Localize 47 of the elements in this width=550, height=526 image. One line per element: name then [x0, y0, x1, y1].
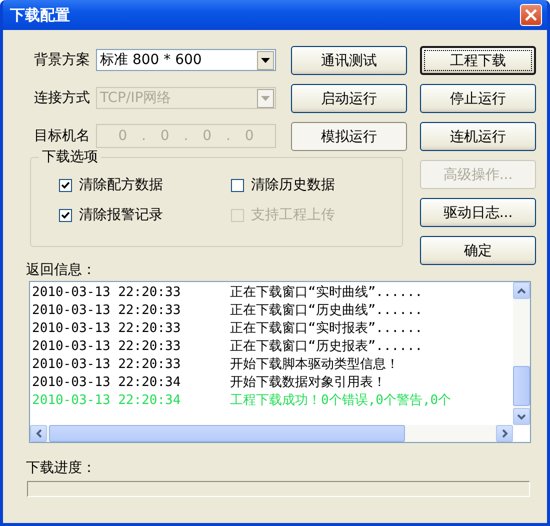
- dialog-button[interactable]: 启动运行: [291, 84, 407, 113]
- log-time: 2010-03-13 22:20:33: [32, 320, 182, 336]
- checkbox-label: 清除历史数据: [251, 176, 335, 194]
- checkbox-label: 清除配方数据: [79, 176, 163, 194]
- scroll-left-button[interactable]: [30, 425, 47, 442]
- log-message: 正在下载窗口“历史报表”......: [230, 338, 423, 355]
- dialog-button[interactable]: 驱动日志...: [420, 198, 536, 227]
- close-button[interactable]: [520, 4, 542, 26]
- log-message: 工程下载成功！0个错误,0个警告,0个: [230, 392, 452, 409]
- log-time: 2010-03-13 22:20:34: [32, 374, 182, 390]
- checkbox[interactable]: [59, 178, 72, 192]
- field-label: 连接方式: [33, 89, 90, 107]
- log-time: 2010-03-13 22:20:33: [32, 302, 182, 318]
- horizontal-scrollbar[interactable]: [30, 425, 513, 442]
- dialog-button[interactable]: 模拟运行: [291, 122, 407, 151]
- scroll-right-button[interactable]: [496, 425, 513, 442]
- log-message: 正在下载窗口“历史曲线”......: [230, 302, 423, 319]
- dialog-button[interactable]: 确定: [420, 236, 536, 265]
- scroll-down-button[interactable]: [513, 408, 530, 425]
- group-title: 下载选项: [39, 148, 101, 166]
- scroll-thumb[interactable]: [49, 425, 405, 442]
- dialog-button[interactable]: 停止运行: [420, 84, 536, 113]
- checkbox-label: 支持工程上传: [251, 206, 335, 224]
- log-message: 正在下载窗口“实时报表”......: [230, 320, 423, 337]
- scroll-thumb[interactable]: [513, 366, 530, 406]
- progress-label: 下载进度：: [26, 459, 97, 478]
- dialog-button[interactable]: 工程下载: [420, 46, 536, 75]
- checkbox[interactable]: [59, 208, 72, 222]
- vertical-scrollbar[interactable]: [513, 282, 530, 425]
- log-time: 2010-03-13 22:20:34: [32, 392, 182, 408]
- window-title: 下载配置: [10, 6, 70, 24]
- dialog-button[interactable]: 连机运行: [420, 122, 536, 151]
- log-label: 返回信息：: [26, 261, 97, 280]
- close-icon: [525, 9, 537, 21]
- log-time: 2010-03-13 22:20:33: [32, 338, 182, 354]
- log-message: 正在下载窗口“实时曲线”......: [230, 284, 423, 301]
- log-time: 2010-03-13 22:20:33: [32, 356, 182, 372]
- log-time: 2010-03-13 22:20:33: [32, 284, 182, 300]
- dropdown[interactable]: 标准 800 * 600: [96, 49, 276, 71]
- checkbox[interactable]: [231, 178, 244, 192]
- checkbox-label: 清除报警记录: [79, 206, 163, 224]
- field-label: 背景方案: [33, 51, 90, 69]
- log-message: 开始下载脚本驱动类型信息！: [230, 356, 399, 373]
- log-message: 开始下载数据对象引用表！: [230, 374, 386, 391]
- dialog-button[interactable]: 通讯测试: [291, 46, 407, 75]
- scroll-up-button[interactable]: [513, 282, 530, 299]
- field-label: 目标机名: [33, 127, 90, 145]
